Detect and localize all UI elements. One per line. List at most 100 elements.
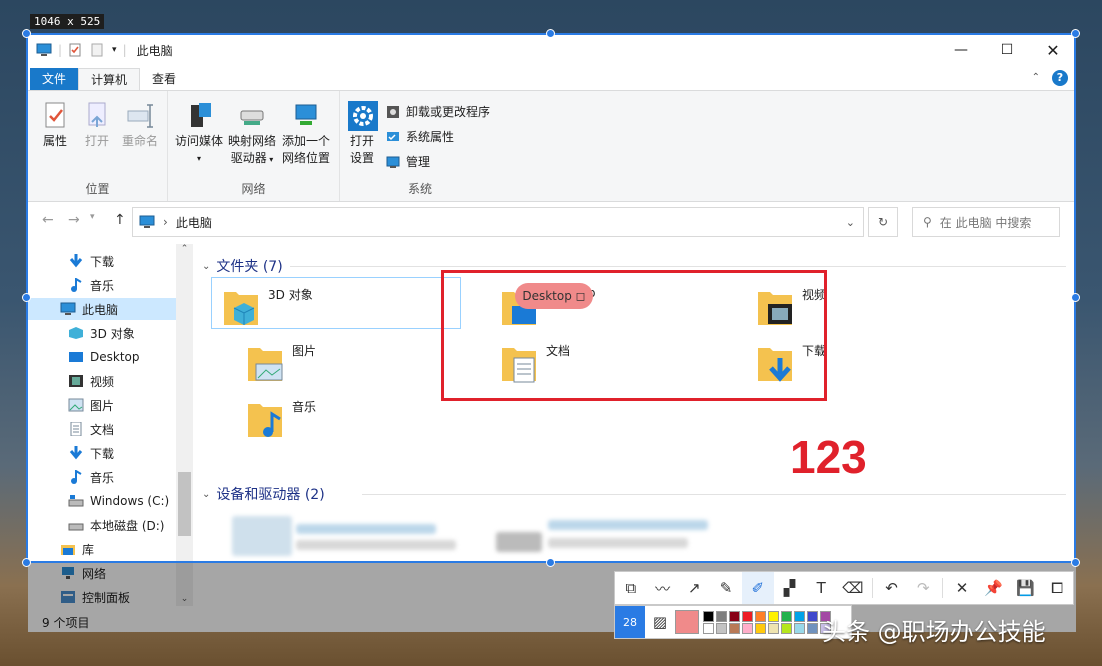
nav-item-drive-d[interactable]: 本地磁盘 (D:)	[68, 514, 164, 536]
color-swatch[interactable]	[768, 610, 779, 622]
nav-scrollbar[interactable]: ⌃ ⌄	[176, 244, 193, 606]
current-color-swatch[interactable]	[675, 610, 699, 634]
drive-c-blurred[interactable]	[232, 516, 292, 556]
add-network-location-button[interactable]: 添加一个 网络位置	[278, 101, 334, 167]
close-icon[interactable]: ✕	[1030, 34, 1076, 66]
color-swatch[interactable]	[807, 622, 818, 634]
resize-handle-s[interactable]	[546, 558, 555, 567]
search-input[interactable]: ⚲ 在 此电脑 中搜索	[912, 207, 1060, 237]
nav-item-downloads-2[interactable]: 下载	[68, 442, 114, 464]
folder-music[interactable]: 音乐	[246, 398, 316, 440]
line-tool-icon[interactable]: 〰	[647, 572, 679, 604]
nav-item-drive-c[interactable]: Windows (C:)	[68, 490, 169, 512]
tab-computer[interactable]: 计算机	[78, 68, 141, 90]
red-rectangle-annotation[interactable]	[441, 270, 827, 401]
nav-item-libraries[interactable]: 库	[60, 538, 94, 560]
section-folders-header[interactable]: ⌄ 文件夹 (7)	[202, 256, 283, 276]
new-folder-qat-icon[interactable]	[90, 43, 106, 57]
eraser-tool-icon[interactable]: ⌫	[837, 572, 869, 604]
media-button[interactable]: 访问媒体 ▾	[172, 101, 226, 167]
color-swatch[interactable]	[755, 622, 766, 634]
pin-icon[interactable]: 📌	[978, 572, 1010, 604]
nav-item-videos[interactable]: 视频	[68, 370, 114, 392]
refresh-icon[interactable]: ↻	[868, 207, 898, 237]
color-swatch[interactable]	[807, 610, 818, 622]
marker-tool-icon[interactable]: ✐	[741, 572, 774, 604]
address-bar[interactable]: › 此电脑 ⌄	[132, 207, 864, 237]
drive-d-blurred[interactable]	[496, 532, 542, 552]
color-swatch[interactable]	[755, 610, 766, 622]
color-swatch[interactable]	[794, 610, 805, 622]
tab-file[interactable]: 文件	[30, 68, 79, 90]
arrow-tool-icon[interactable]: ↗	[678, 572, 710, 604]
nav-item-documents[interactable]: 文档	[68, 418, 114, 440]
save-icon[interactable]: 💾	[1010, 572, 1042, 604]
up-icon[interactable]: ↑	[114, 212, 126, 228]
uninstall-button[interactable]: 卸载或更改程序	[386, 103, 490, 120]
color-swatch[interactable]	[716, 610, 727, 622]
collapse-chevron-icon[interactable]: ⌄	[202, 261, 210, 272]
copy-icon[interactable]: ⧠	[1041, 572, 1073, 604]
shape-tool-icon[interactable]: ⧉	[615, 572, 647, 604]
color-swatch[interactable]	[729, 622, 740, 634]
back-icon[interactable]: ←	[42, 212, 54, 228]
color-swatch[interactable]	[703, 622, 714, 634]
color-swatch[interactable]	[729, 610, 740, 622]
minimize-icon[interactable]: —	[938, 34, 984, 66]
nav-item-desktop[interactable]: Desktop	[68, 346, 140, 368]
highlight-tag-annotation[interactable]: Desktop ◻	[515, 283, 593, 309]
breadcrumb-chevron-icon[interactable]: ›	[163, 215, 168, 229]
forward-icon[interactable]: →	[68, 212, 80, 228]
resize-handle-sw[interactable]	[22, 558, 31, 567]
system-properties-button[interactable]: 系统属性	[386, 128, 454, 145]
redo-icon[interactable]: ↷	[907, 572, 939, 604]
nav-item-3d-objects[interactable]: 3D 对象	[68, 322, 135, 344]
color-swatch[interactable]	[781, 622, 792, 634]
properties-button[interactable]: 属性	[38, 101, 72, 150]
resize-handle-nw[interactable]	[22, 29, 31, 38]
tab-view[interactable]: 查看	[140, 68, 188, 90]
pen-tool-icon[interactable]: ✎	[710, 572, 742, 604]
help-icon[interactable]: ?	[1052, 70, 1068, 86]
properties-qat-icon[interactable]	[68, 43, 84, 57]
open-settings-button[interactable]: 打开 设置	[346, 101, 378, 167]
pen-size-value[interactable]: 28	[615, 606, 645, 638]
resize-handle-ne[interactable]	[1071, 29, 1080, 38]
cancel-icon[interactable]: ✕	[946, 572, 978, 604]
mosaic-tool-icon[interactable]: ▞	[774, 572, 806, 604]
color-swatch[interactable]	[742, 610, 753, 622]
section-devices-header[interactable]: ⌄ 设备和驱动器 (2)	[202, 484, 325, 504]
rename-button[interactable]: 重命名	[120, 101, 160, 150]
collapse-chevron-icon[interactable]: ⌄	[202, 489, 210, 500]
nav-item-pictures[interactable]: 图片	[68, 394, 114, 416]
nav-item-music-2[interactable]: 音乐	[68, 466, 114, 488]
color-swatch[interactable]	[768, 622, 779, 634]
folder-3d-objects[interactable]: 3D 对象	[211, 277, 461, 329]
nav-scrollbar-thumb[interactable]	[178, 472, 191, 536]
resize-handle-w[interactable]	[22, 293, 31, 302]
maximize-icon[interactable]: ☐	[984, 34, 1030, 66]
color-swatch[interactable]	[716, 622, 727, 634]
folder-pictures[interactable]: 图片	[246, 342, 316, 384]
resize-handle-e[interactable]	[1071, 293, 1080, 302]
hatch-fill-icon[interactable]: ▨	[645, 606, 675, 638]
color-swatch[interactable]	[742, 622, 753, 634]
nav-item-music[interactable]: 音乐	[68, 274, 114, 296]
ribbon-collapse-icon[interactable]: ⌃	[1032, 72, 1040, 83]
resize-handle-n[interactable]	[546, 29, 555, 38]
color-swatch[interactable]	[781, 610, 792, 622]
text-tool-icon[interactable]: T	[805, 572, 837, 604]
nav-item-this-pc[interactable]: 此电脑	[28, 298, 176, 320]
color-swatch[interactable]	[794, 622, 805, 634]
undo-icon[interactable]: ↶	[876, 572, 908, 604]
open-button[interactable]: 打开	[80, 101, 114, 150]
nav-item-downloads[interactable]: 下载	[68, 250, 114, 272]
address-dropdown-icon[interactable]: ⌄	[846, 216, 855, 229]
resize-handle-se[interactable]	[1071, 558, 1080, 567]
scroll-up-icon[interactable]: ⌃	[176, 244, 193, 254]
map-drive-button[interactable]: 映射网络 驱动器 ▾	[226, 101, 278, 168]
breadcrumb[interactable]: 此电脑	[176, 214, 212, 231]
qat-dropdown-icon[interactable]: ▾	[112, 45, 117, 55]
recent-dropdown-icon[interactable]: ▾	[90, 212, 95, 222]
number-annotation[interactable]: 123	[789, 430, 868, 484]
